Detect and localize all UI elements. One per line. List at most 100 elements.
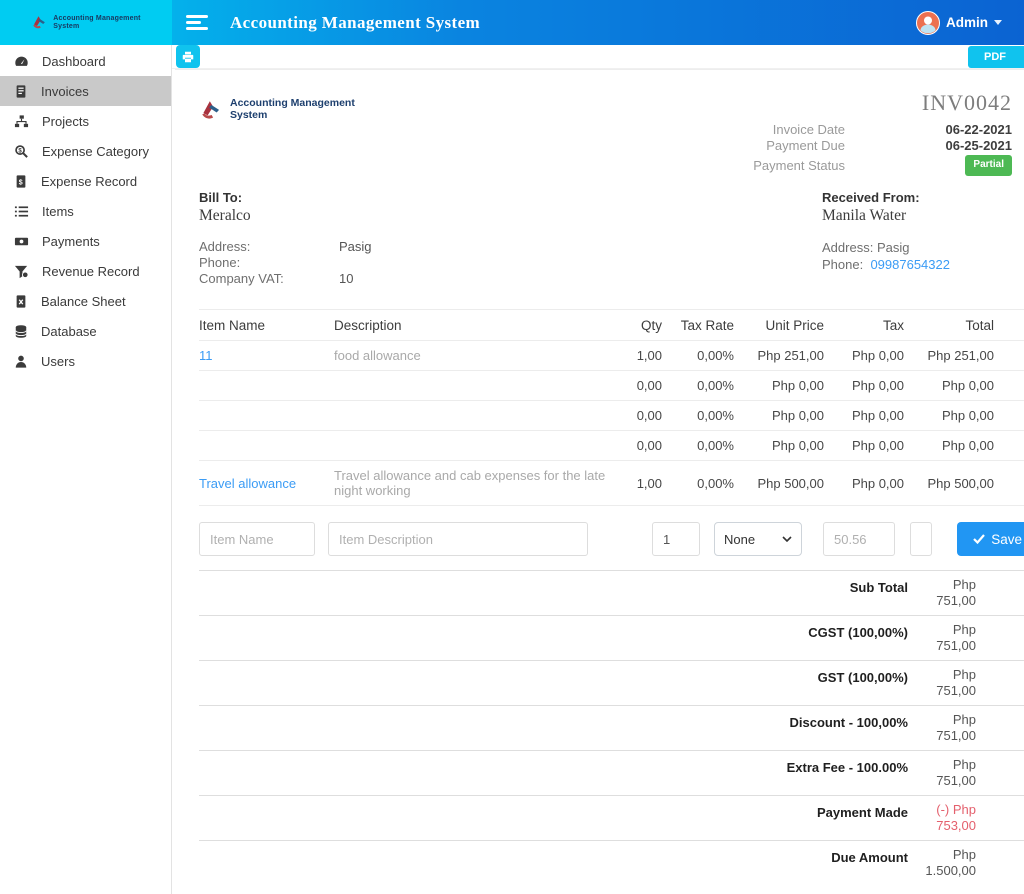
received-from-section: Received From: Manila Water Address: Pas… bbox=[822, 190, 1024, 287]
col-qty: Qty bbox=[607, 309, 662, 341]
total-row-cgst: CGST (100,00%) Php 751,00 bbox=[199, 615, 1024, 660]
list-icon bbox=[14, 205, 29, 217]
item-name-link[interactable]: Travel allowance bbox=[199, 476, 296, 491]
sidebar-item-label: Payments bbox=[42, 233, 100, 249]
item-name-input[interactable] bbox=[199, 522, 315, 556]
sidebar-item-payments[interactable]: Payments bbox=[0, 226, 171, 256]
total-row-gst: GST (100,00%) Php 751,00 bbox=[199, 660, 1024, 705]
tax-select-value: None bbox=[724, 531, 756, 547]
payment-due-label: Payment Due bbox=[766, 138, 845, 153]
received-from-address: Pasig bbox=[876, 240, 910, 255]
item-description-input[interactable] bbox=[328, 522, 588, 556]
brand-text-line1: Accounting Management bbox=[53, 14, 141, 22]
brand-logo-icon bbox=[33, 15, 46, 28]
sidebar-item-label: Users bbox=[41, 353, 75, 369]
sidebar-item-label: Dashboard bbox=[42, 53, 106, 69]
sidebar-item-invoices[interactable]: Invoices bbox=[0, 76, 171, 106]
payment-status-badge: Partial bbox=[965, 155, 1012, 176]
table-row: 0,00 0,00% Php 0,00 Php 0,00 Php 0,00 bbox=[199, 430, 1024, 461]
invoice-date-value: 06-22-2021 bbox=[945, 122, 1013, 137]
col-total: Total bbox=[904, 309, 994, 341]
sidebar-item-items[interactable]: Items bbox=[0, 196, 171, 226]
received-from-heading: Received From: bbox=[822, 190, 920, 205]
total-row-subtotal: Sub Total Php 751,00 bbox=[199, 570, 1024, 615]
table-header-row: Item Name Description Qty Tax Rate Unit … bbox=[199, 309, 1024, 341]
col-description: Description bbox=[334, 309, 607, 341]
col-tax: Tax bbox=[824, 309, 904, 341]
money-bill-icon bbox=[14, 237, 29, 245]
table-row: 0,00 0,00% Php 0,00 Php 0,00 Php 0,00 bbox=[199, 370, 1024, 401]
invoice-icon bbox=[16, 84, 26, 98]
table-row: 0,00 0,00% Php 0,00 Php 0,00 Php 0,00 bbox=[199, 400, 1024, 431]
sidebar-item-label: Invoices bbox=[41, 83, 89, 99]
received-from-phone-link[interactable]: 09987654322 bbox=[870, 257, 950, 272]
bill-to-address: Pasig bbox=[339, 239, 372, 254]
bill-to-section: Bill To: Meralco Address: Pasig Phone: Co… bbox=[199, 190, 822, 287]
sidebar-item-label: Balance Sheet bbox=[41, 293, 126, 309]
sidebar-item-label: Items bbox=[42, 203, 74, 219]
sidebar-item-revenue-record[interactable]: Revenue Record bbox=[0, 256, 171, 286]
sidebar-item-label: Projects bbox=[42, 113, 89, 129]
col-tax-rate: Tax Rate bbox=[662, 309, 734, 341]
payment-due-value: 06-25-2021 bbox=[945, 138, 1013, 153]
sidebar-item-dashboard[interactable]: Dashboard bbox=[0, 46, 171, 76]
sidebar-item-label: Revenue Record bbox=[42, 263, 140, 279]
topbar: Accounting Management System Accounting … bbox=[0, 0, 1024, 45]
item-name-link[interactable]: 11 bbox=[199, 348, 213, 363]
file-excel-icon bbox=[16, 294, 26, 308]
sidebar-item-users[interactable]: Users bbox=[0, 346, 171, 376]
sidebar-item-label: Expense Category bbox=[42, 143, 149, 159]
chevron-down-icon bbox=[994, 20, 1002, 25]
file-dollar-icon: $ bbox=[16, 174, 26, 188]
sidebar-item-label: Expense Record bbox=[41, 173, 138, 189]
funnel-dollar-icon bbox=[14, 265, 29, 278]
quantity-input[interactable] bbox=[652, 522, 700, 556]
received-from-name: Manila Water bbox=[822, 207, 907, 224]
bill-to-vat: 10 bbox=[339, 271, 354, 286]
invoice-brand-line1: Accounting Management bbox=[230, 97, 355, 109]
invoice-toolbar: PDF bbox=[172, 45, 1024, 69]
user-name: Admin bbox=[946, 15, 988, 30]
save-button[interactable]: Save bbox=[957, 522, 1024, 556]
avatar bbox=[916, 10, 940, 35]
sidebar-item-database[interactable]: Database bbox=[0, 316, 171, 346]
sidebar: Dashboard Invoices Projects $ Expense Ca… bbox=[0, 45, 172, 894]
page-title: Accounting Management System bbox=[230, 12, 481, 32]
invoice-number: INV0042 bbox=[921, 90, 1012, 115]
add-item-form: None Save bbox=[199, 521, 1024, 557]
received-from-phone-label: Phone: bbox=[822, 257, 864, 272]
bill-to-name: Meralco bbox=[199, 207, 251, 224]
pdf-button[interactable]: PDF bbox=[968, 45, 1024, 68]
user-menu[interactable]: Admin bbox=[916, 10, 1002, 35]
database-icon bbox=[15, 324, 27, 338]
svg-text:$: $ bbox=[19, 179, 23, 186]
payment-status-label: Payment Status bbox=[753, 157, 845, 173]
total-row-payment-made: Payment Made (-) Php 753,00 bbox=[199, 795, 1024, 840]
total-row-extra-fee: Extra Fee - 100.00% Php 751,00 bbox=[199, 750, 1024, 795]
app-logo: Accounting Management System bbox=[0, 0, 172, 45]
dashboard-icon bbox=[15, 56, 28, 66]
check-icon bbox=[973, 534, 986, 544]
invoice-card: Accounting Management System INV0042 Inv… bbox=[175, 69, 1024, 894]
unit-price-input[interactable] bbox=[823, 522, 895, 556]
invoice-totals: Sub Total Php 751,00 CGST (100,00%) Php … bbox=[199, 570, 1024, 885]
sidebar-item-expense-category[interactable]: $ Expense Category bbox=[0, 136, 171, 166]
invoice-items-table: Item Name Description Qty Tax Rate Unit … bbox=[199, 309, 1024, 506]
user-icon bbox=[15, 355, 27, 368]
tax-select[interactable]: None bbox=[714, 522, 802, 556]
sidebar-item-expense-record[interactable]: $ Expense Record bbox=[0, 166, 171, 196]
bill-to-phone-label: Phone: bbox=[199, 255, 241, 270]
invoice-brand: Accounting Management System bbox=[199, 90, 355, 176]
printer-icon bbox=[182, 51, 194, 62]
bill-to-vat-label: Company VAT: bbox=[199, 271, 284, 286]
menu-toggle-icon[interactable] bbox=[186, 12, 208, 34]
sidebar-item-label: Database bbox=[41, 323, 97, 339]
sidebar-item-projects[interactable]: Projects bbox=[0, 106, 171, 136]
invoice-brand-line2: System bbox=[230, 108, 268, 121]
extra-input[interactable] bbox=[910, 522, 932, 556]
bill-to-heading: Bill To: bbox=[199, 190, 243, 205]
sitemap-icon bbox=[14, 114, 29, 127]
search-dollar-icon: $ bbox=[15, 144, 28, 158]
print-button[interactable] bbox=[176, 45, 200, 68]
sidebar-item-balance-sheet[interactable]: Balance Sheet bbox=[0, 286, 171, 316]
